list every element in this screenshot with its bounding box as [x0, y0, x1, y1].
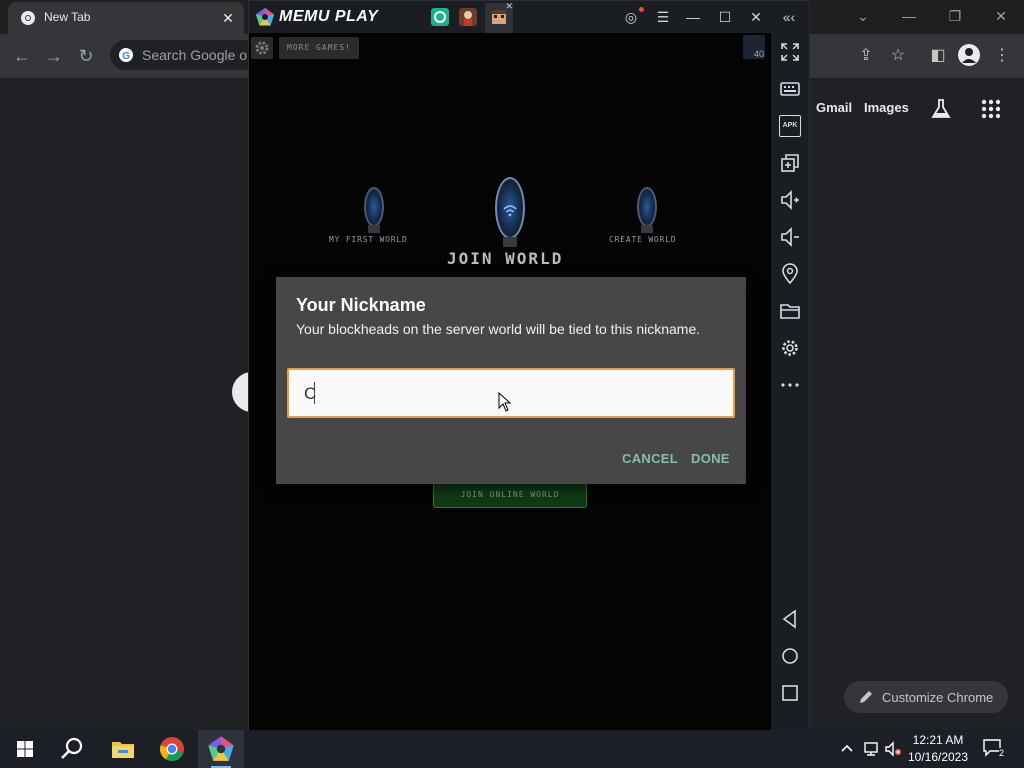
gear-icon	[255, 41, 269, 55]
images-link[interactable]: Images	[864, 100, 909, 115]
clock-time[interactable]: 12:21 AM	[906, 733, 970, 747]
person-icon	[962, 48, 976, 63]
fullscreen-icon[interactable]	[779, 41, 801, 63]
portal-stand	[368, 225, 380, 233]
windows-start-icon[interactable]	[10, 734, 40, 764]
chrome-icon	[21, 11, 35, 25]
side-panel-icon[interactable]: ◧	[926, 44, 950, 68]
app-tab-icon-2[interactable]	[459, 8, 477, 26]
chrome-minimize-button[interactable]: —	[886, 0, 932, 34]
chrome-tab-new-tab[interactable]: New Tab ✕	[8, 2, 244, 34]
dialog-title: Your Nickname	[296, 295, 426, 315]
create-world-label[interactable]: CREATE WORLD	[609, 235, 676, 244]
folder-icon[interactable]	[779, 300, 801, 322]
chrome-restore-button[interactable]: ❐	[932, 0, 978, 34]
share-icon[interactable]: ⇪	[854, 44, 878, 68]
bookmark-star-icon[interactable]: ☆	[886, 44, 910, 68]
join-world-label[interactable]: JOIN WORLD	[447, 249, 563, 268]
game-corner-badge[interactable]: 40	[743, 35, 765, 59]
network-icon[interactable]	[862, 740, 880, 758]
portal-stand	[641, 225, 653, 233]
dialog-description: Your blockheads on the server world will…	[296, 321, 701, 337]
notification-dot	[639, 7, 644, 12]
nickname-dialog: Your Nickname Your blockheads on the ser…	[276, 277, 746, 484]
my-first-world-portal[interactable]	[364, 187, 384, 227]
tab-search-icon[interactable]: ⌄	[840, 0, 886, 34]
memu-minimize-button[interactable]: —	[681, 5, 705, 29]
memu-logo-icon	[256, 8, 274, 26]
notification-count: 2	[998, 748, 1004, 758]
memu-taskbar-icon	[208, 736, 234, 761]
google-g-icon: G	[119, 48, 133, 62]
google-apps-icon[interactable]	[980, 98, 1002, 120]
profile-avatar[interactable]	[958, 44, 980, 66]
portal-stand	[503, 237, 517, 247]
chrome-close-button[interactable]: ✕	[978, 0, 1024, 34]
forward-arrow-icon[interactable]: →	[42, 44, 66, 68]
memu-maximize-button[interactable]: ☐	[713, 5, 737, 29]
memu-collapse-sidebar-icon[interactable]: «‹	[777, 5, 801, 29]
android-recents-icon[interactable]	[779, 682, 801, 704]
settings-icon[interactable]	[779, 337, 801, 359]
memu-titlebar: MEMU PLAY ✕ ◎ ☰ — ☐ ✕ «‹	[249, 1, 809, 33]
tab-title: New Tab	[44, 10, 91, 24]
notification-center-button[interactable]: 2	[982, 738, 1004, 758]
labs-flask-icon[interactable]	[930, 98, 952, 120]
search-icon[interactable]	[57, 734, 87, 764]
app-tab-close-icon[interactable]: ✕	[505, 1, 513, 12]
apk-icon[interactable]: APK	[779, 115, 801, 137]
memu-brand: MEMU PLAY	[279, 8, 379, 25]
file-explorer-icon[interactable]	[108, 734, 138, 764]
location-icon[interactable]	[779, 263, 801, 285]
customize-chrome-button[interactable]: Customize Chrome	[844, 681, 1008, 713]
svg-text:G: G	[122, 51, 130, 62]
more-games-button[interactable]: MORE GAMES!	[279, 37, 359, 59]
badge-number: 40	[753, 49, 764, 59]
wifi-icon	[503, 205, 517, 217]
volume-muted-icon[interactable]	[884, 740, 902, 758]
game-screen[interactable]: MORE GAMES! 40 MY FIRST WORLD JOIN WORLD…	[249, 33, 771, 731]
back-arrow-icon[interactable]: ←	[10, 44, 34, 68]
memu-sidebar: APK	[771, 33, 809, 731]
chrome-taskbar-icon[interactable]	[157, 734, 187, 764]
create-world-portal[interactable]	[637, 187, 657, 227]
chevron-up-icon[interactable]	[838, 740, 856, 758]
chrome-menu-icon[interactable]: ⋮	[990, 44, 1014, 68]
clock-date[interactable]: 10/16/2023	[906, 750, 970, 764]
memu-close-button[interactable]: ✕	[744, 5, 768, 29]
android-back-icon[interactable]	[779, 608, 801, 630]
join-online-world-button[interactable]: JOIN ONLINE WORLD	[433, 482, 587, 508]
tab-close-icon[interactable]: ✕	[218, 8, 238, 28]
join-world-portal[interactable]	[495, 177, 525, 239]
reload-icon[interactable]: ↻	[74, 44, 98, 68]
more-icon[interactable]	[779, 374, 801, 396]
done-button[interactable]: DONE	[691, 451, 730, 466]
pencil-icon	[860, 691, 872, 703]
app-tab-active[interactable]: ✕	[485, 1, 513, 33]
my-first-world-label[interactable]: MY FIRST WORLD	[329, 235, 408, 244]
android-home-icon[interactable]	[779, 645, 801, 667]
memu-window: MEMU PLAY ✕ ◎ ☰ — ☐ ✕ «‹ MORE GAMES! 40 …	[248, 0, 810, 731]
gmail-link[interactable]: Gmail	[816, 100, 852, 115]
app-tab-icon-1[interactable]	[431, 8, 449, 26]
keyboard-icon[interactable]	[779, 78, 801, 100]
multi-window-icon[interactable]	[779, 152, 801, 174]
mouse-cursor-icon	[498, 392, 512, 412]
customize-chrome-label: Customize Chrome	[882, 690, 994, 705]
game-settings-button[interactable]	[251, 37, 273, 59]
memu-menu-icon[interactable]: ☰	[651, 5, 675, 29]
cancel-button[interactable]: CANCEL	[622, 451, 678, 466]
volume-down-icon[interactable]	[779, 226, 801, 248]
text-caret	[314, 382, 315, 404]
memu-taskbar-button[interactable]	[198, 730, 244, 768]
volume-up-icon[interactable]	[779, 189, 801, 211]
